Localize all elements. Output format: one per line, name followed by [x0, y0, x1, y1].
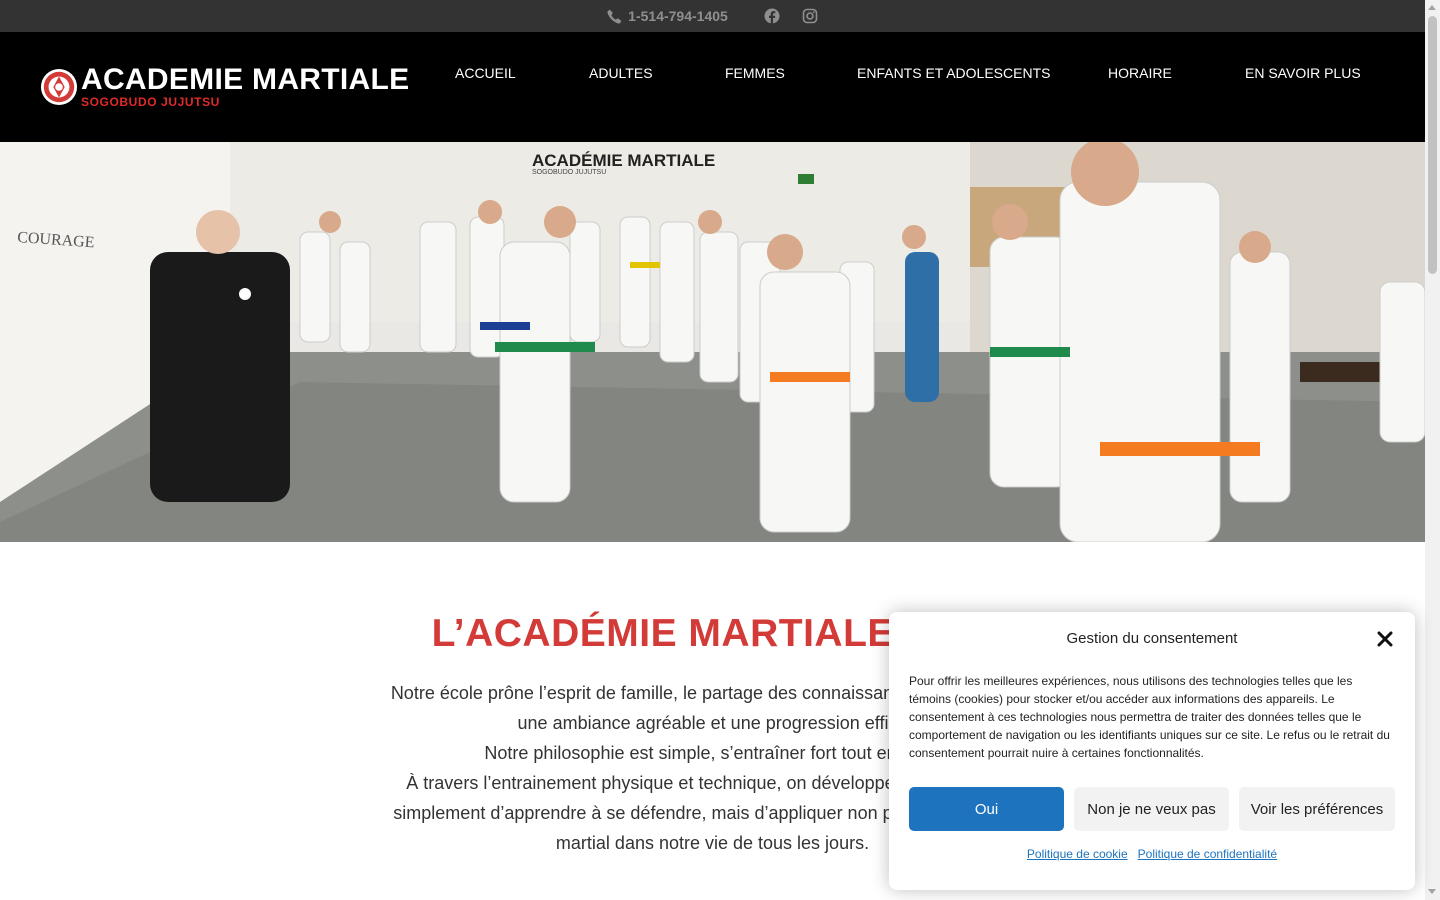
consent-message: Pour offrir les meilleures expériences, … [909, 674, 1390, 760]
logo-subtitle: SOGOBUDO JUJUTSU [81, 95, 220, 109]
cookie-consent-dialog: Gestion du consentement Pour offrir les … [889, 612, 1415, 890]
scroll-up-arrow-icon[interactable] [1428, 5, 1436, 10]
hero-image: ACADÉMIE MARTIALE SOGOBUDO JUJUTSU COURA… [0, 142, 1425, 542]
nav-item-horaire[interactable]: HORAIRE [1108, 65, 1172, 81]
consent-links: Politique de cookie Politique de confide… [889, 847, 1415, 861]
privacy-policy-link[interactable]: Politique de confidentialité [1138, 847, 1277, 861]
dojo-photo: ACADÉMIE MARTIALE SOGOBUDO JUJUTSU COURA… [0, 142, 1425, 542]
top-bar: 1-514-794-1405 [0, 0, 1425, 32]
scroll-down-arrow-icon[interactable] [1428, 889, 1436, 894]
wall-sign-title: ACADÉMIE MARTIALE [532, 151, 715, 170]
close-icon[interactable] [1376, 630, 1394, 648]
phone-icon [607, 9, 622, 24]
instagram-icon[interactable] [802, 8, 818, 24]
cookie-policy-link[interactable]: Politique de cookie [1027, 847, 1128, 861]
nav-item-accueil[interactable]: ACCUEIL [455, 65, 516, 81]
nav-item-en-savoir-plus[interactable]: EN SAVOIR PLUS [1245, 65, 1361, 81]
scrollbar-thumb[interactable] [1428, 16, 1437, 274]
phone-number: 1-514-794-1405 [628, 8, 728, 24]
consent-title: Gestion du consentement [1066, 630, 1238, 647]
nav-item-adultes[interactable]: ADULTES [589, 65, 653, 81]
preferences-button[interactable]: Voir les préférences [1239, 787, 1395, 831]
nav-item-femmes[interactable]: FEMMES [725, 65, 785, 81]
page-scrollbar[interactable] [1425, 0, 1440, 900]
main-nav: ACCUEIL ADULTES FEMMES ENFANTS ET ADOLES… [0, 65, 1425, 85]
facebook-icon[interactable] [764, 8, 780, 24]
nav-item-enfants[interactable]: ENFANTS ET ADOLESCENTS [857, 65, 1050, 81]
site-header: ACADEMIE MARTIALE SOGOBUDO JUJUTSU ACCUE… [0, 32, 1425, 142]
accept-button[interactable]: Oui [909, 787, 1064, 831]
phone-link[interactable]: 1-514-794-1405 [607, 8, 728, 24]
deny-button[interactable]: Non je ne veux pas [1074, 787, 1229, 831]
wall-sign-subtitle: SOGOBUDO JUJUTSU [532, 169, 606, 176]
